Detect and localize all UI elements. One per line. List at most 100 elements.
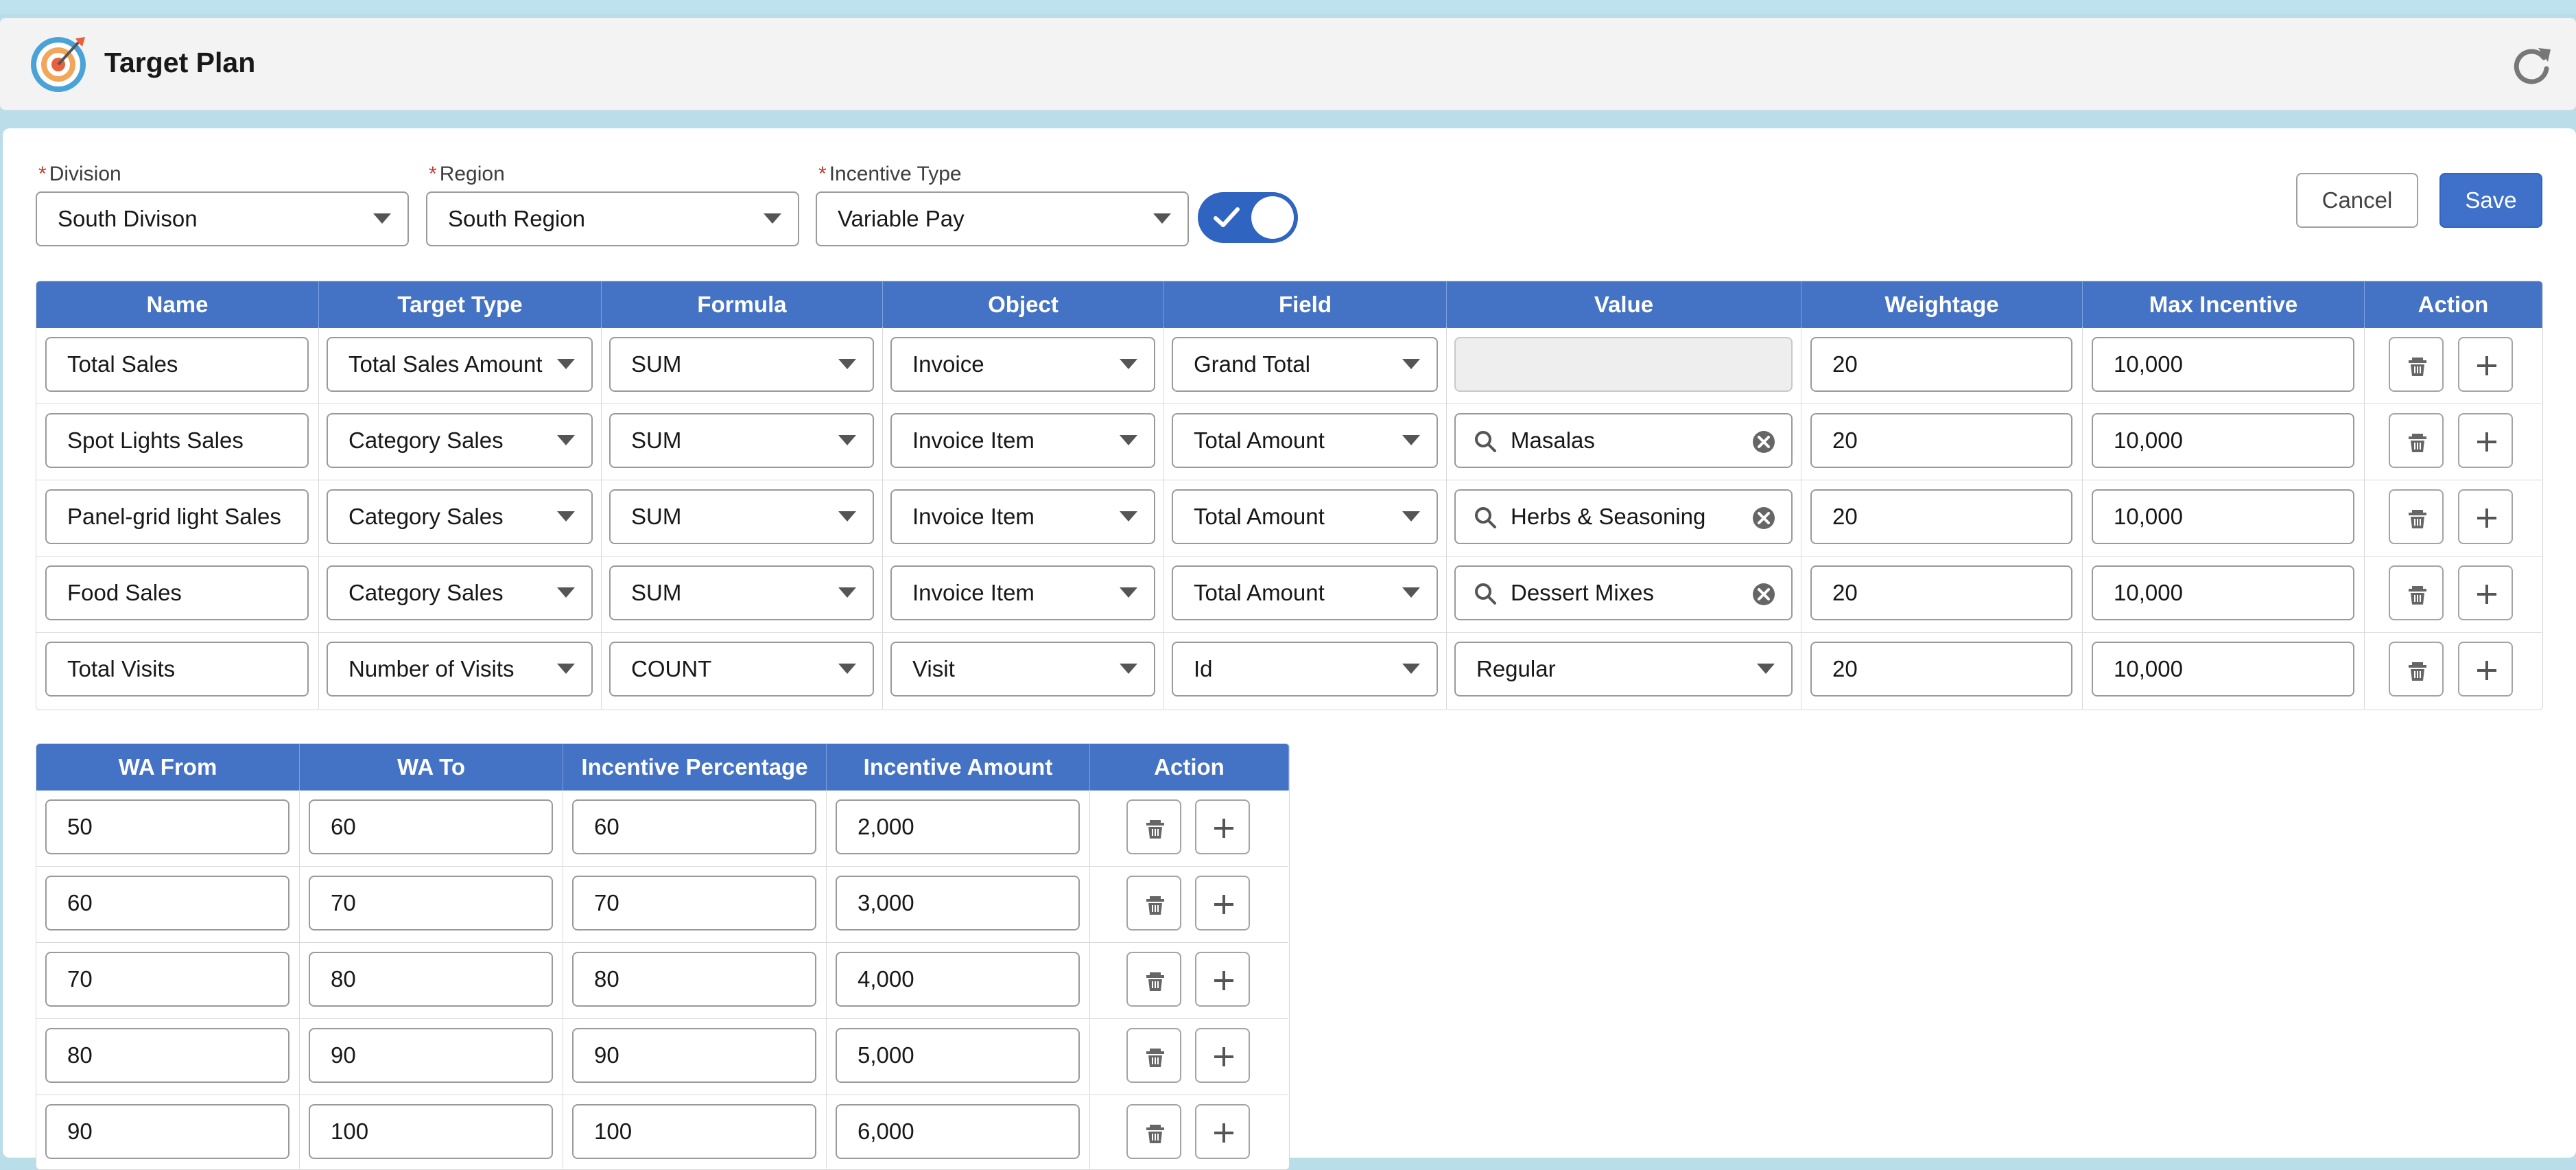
target-name-input[interactable]: Total Sales (45, 337, 309, 392)
incentive-amount-input[interactable]: 3,000 (836, 876, 1080, 931)
formula-select[interactable]: SUM (609, 489, 874, 544)
wa-from-input[interactable]: 50 (45, 799, 289, 854)
formula-select[interactable]: SUM (609, 413, 874, 468)
field-select[interactable]: Id (1172, 642, 1438, 697)
add-slab-button[interactable] (1195, 1104, 1250, 1159)
object-select[interactable]: Invoice (890, 337, 1155, 392)
delete-slab-button[interactable] (1126, 952, 1181, 1007)
target-type-select[interactable]: Category Sales (327, 489, 593, 544)
incentive-amount-input[interactable]: 4,000 (836, 952, 1080, 1007)
incentive-percentage-input-value: 60 (594, 814, 619, 839)
object-select[interactable]: Invoice Item (890, 413, 1155, 468)
target-type-select-value: Category Sales (348, 428, 504, 453)
incentive-percentage-input[interactable]: 100 (572, 1104, 816, 1159)
value-lookup[interactable]: Dessert Mixes (1454, 565, 1793, 620)
formula-select[interactable]: SUM (609, 337, 874, 392)
add-slab-button[interactable] (1195, 1028, 1250, 1083)
target-name-input[interactable]: Total Visits (45, 642, 309, 697)
incentive-amount-input-value: 2,000 (858, 814, 914, 839)
add-row-button[interactable] (2458, 642, 2513, 697)
target-name-input-value: Food Sales (67, 580, 182, 605)
value-lookup[interactable]: Masalas (1454, 413, 1793, 468)
clear-icon[interactable] (1751, 506, 1776, 534)
weightage-input-value: 20 (1832, 351, 1858, 377)
wa-to-input[interactable]: 80 (309, 952, 553, 1007)
add-slab-button[interactable] (1195, 799, 1250, 854)
object-select[interactable]: Invoice Item (890, 489, 1155, 544)
weightage-input[interactable]: 20 (1810, 642, 2072, 697)
wa-from-input[interactable]: 70 (45, 952, 289, 1007)
incentive-percentage-input[interactable]: 60 (572, 799, 816, 854)
incentive-amount-input[interactable]: 2,000 (836, 799, 1080, 854)
target-type-select[interactable]: Total Sales Amount (327, 337, 593, 392)
formula-select[interactable]: SUM (609, 565, 874, 620)
region-select[interactable]: South Region (426, 191, 799, 246)
wa-from-input[interactable]: 60 (45, 876, 289, 931)
field-select[interactable]: Total Amount (1172, 489, 1438, 544)
formula-select-value: SUM (631, 351, 682, 377)
add-row-button[interactable] (2458, 413, 2513, 468)
incentive-percentage-input[interactable]: 90 (572, 1028, 816, 1083)
target-name-input[interactable]: Panel-grid light Sales (45, 489, 309, 544)
incentive-percentage-input[interactable]: 70 (572, 876, 816, 931)
max-incentive-input[interactable]: 10,000 (2092, 337, 2354, 392)
delete-slab-button[interactable] (1126, 799, 1181, 854)
delete-row-button[interactable] (2389, 565, 2444, 620)
wa-to-input[interactable]: 90 (309, 1028, 553, 1083)
target-name-input[interactable]: Food Sales (45, 565, 309, 620)
incentive-percentage-input[interactable]: 80 (572, 952, 816, 1007)
delete-row-button[interactable] (2389, 413, 2444, 468)
formula-select[interactable]: COUNT (609, 642, 874, 697)
weightage-input[interactable]: 20 (1810, 413, 2072, 468)
value-select[interactable]: Regular (1454, 642, 1793, 697)
delete-slab-button[interactable] (1126, 1028, 1181, 1083)
max-incentive-input[interactable]: 10,000 (2092, 642, 2354, 697)
field-select[interactable]: Total Amount (1172, 565, 1438, 620)
incentive-toggle[interactable] (1198, 192, 1298, 243)
max-incentive-input[interactable]: 10,000 (2092, 413, 2354, 468)
delete-row-button[interactable] (2389, 642, 2444, 697)
field-select[interactable]: Total Amount (1172, 413, 1438, 468)
weightage-input[interactable]: 20 (1810, 565, 2072, 620)
add-slab-button[interactable] (1195, 952, 1250, 1007)
add-row-button[interactable] (2458, 489, 2513, 544)
max-incentive-input[interactable]: 10,000 (2092, 489, 2354, 544)
delete-slab-button[interactable] (1126, 876, 1181, 931)
clear-icon[interactable] (1751, 430, 1776, 458)
incentive-amount-input[interactable]: 6,000 (836, 1104, 1080, 1159)
add-row-button[interactable] (2458, 337, 2513, 392)
wa-to-input[interactable]: 100 (309, 1104, 553, 1159)
object-select[interactable]: Invoice Item (890, 565, 1155, 620)
cancel-button[interactable]: Cancel (2296, 173, 2418, 228)
value-lookup[interactable]: Herbs & Seasoning (1454, 489, 1793, 544)
weightage-input[interactable]: 20 (1810, 337, 2072, 392)
add-row-button[interactable] (2458, 565, 2513, 620)
weightage-input[interactable]: 20 (1810, 489, 2072, 544)
incentive-amount-input[interactable]: 5,000 (836, 1028, 1080, 1083)
max-incentive-input[interactable]: 10,000 (2092, 565, 2354, 620)
save-button[interactable]: Save (2439, 173, 2542, 228)
add-slab-button[interactable] (1195, 876, 1250, 931)
value-lookup-value: Herbs & Seasoning (1511, 504, 1706, 529)
wa-from-input[interactable]: 90 (45, 1104, 289, 1159)
target-type-select[interactable]: Category Sales (327, 413, 593, 468)
incentive-type-select[interactable]: Variable Pay (816, 191, 1189, 246)
wa-from-input[interactable]: 80 (45, 1028, 289, 1083)
column-divider (299, 790, 300, 1169)
field-select[interactable]: Grand Total (1172, 337, 1438, 392)
wa-to-input[interactable]: 60 (309, 799, 553, 854)
object-select[interactable]: Visit (890, 642, 1155, 697)
refresh-icon[interactable] (2509, 43, 2553, 86)
clear-icon[interactable] (1751, 582, 1776, 610)
delete-slab-button[interactable] (1126, 1104, 1181, 1159)
target-type-select[interactable]: Number of Visits (327, 642, 593, 697)
incentive-amount-input-value: 6,000 (858, 1119, 914, 1144)
wa-to-input[interactable]: 70 (309, 876, 553, 931)
delete-row-button[interactable] (2389, 489, 2444, 544)
target-type-select[interactable]: Category Sales (327, 565, 593, 620)
target-name-input[interactable]: Spot Lights Sales (45, 413, 309, 468)
chevron-down-icon (1120, 359, 1137, 369)
division-select[interactable]: South Divison (36, 191, 409, 246)
incentive-type-label: * Incentive Type (818, 163, 962, 185)
delete-row-button[interactable] (2389, 337, 2444, 392)
